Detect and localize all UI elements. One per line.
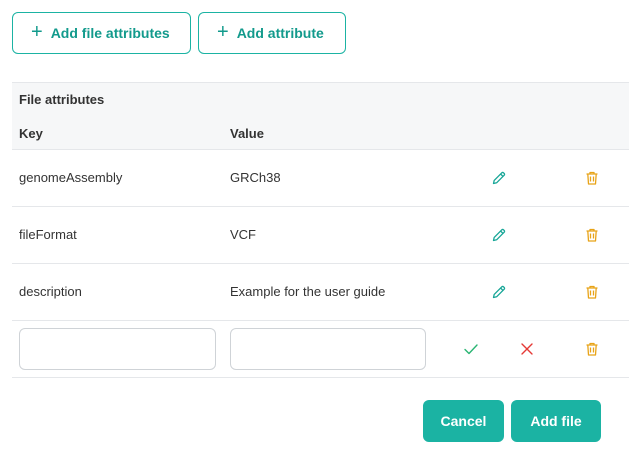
add-file-attributes-label: Add file attributes [50, 25, 170, 41]
check-icon[interactable] [462, 340, 480, 358]
file-attributes-table: File attributes Key Value genomeAssembly… [12, 82, 629, 378]
column-header-value: Value [230, 126, 264, 141]
trash-icon[interactable] [583, 340, 601, 358]
table-row: description Example for the user guide [12, 264, 629, 321]
row-key: description [19, 284, 82, 299]
close-icon[interactable] [518, 340, 536, 358]
table-row: fileFormat VCF [12, 207, 629, 264]
new-key-input[interactable] [19, 328, 216, 370]
add-attribute-label: Add attribute [236, 25, 324, 41]
column-header-key: Key [19, 126, 43, 141]
row-key: genomeAssembly [19, 170, 123, 185]
table-title: File attributes [12, 82, 629, 116]
add-file-button[interactable]: Add file [511, 400, 601, 442]
plus-icon: + [217, 21, 229, 43]
row-value: Example for the user guide [230, 284, 386, 299]
add-attribute-button[interactable]: + Add attribute [198, 12, 346, 54]
row-key: fileFormat [19, 227, 77, 242]
trash-icon[interactable] [583, 226, 601, 244]
trash-icon[interactable] [583, 283, 601, 301]
cancel-button[interactable]: Cancel [423, 400, 504, 442]
add-file-attributes-button[interactable]: + Add file attributes [12, 12, 191, 54]
pencil-icon[interactable] [490, 169, 508, 187]
row-value: VCF [230, 227, 256, 242]
table-header: Key Value [12, 116, 629, 150]
table-row: genomeAssembly GRCh38 [12, 150, 629, 207]
pencil-icon[interactable] [490, 283, 508, 301]
row-value: GRCh38 [230, 170, 281, 185]
trash-icon[interactable] [583, 169, 601, 187]
new-value-input[interactable] [230, 328, 426, 370]
plus-icon: + [31, 21, 43, 43]
pencil-icon[interactable] [490, 226, 508, 244]
new-attribute-row [12, 321, 629, 378]
